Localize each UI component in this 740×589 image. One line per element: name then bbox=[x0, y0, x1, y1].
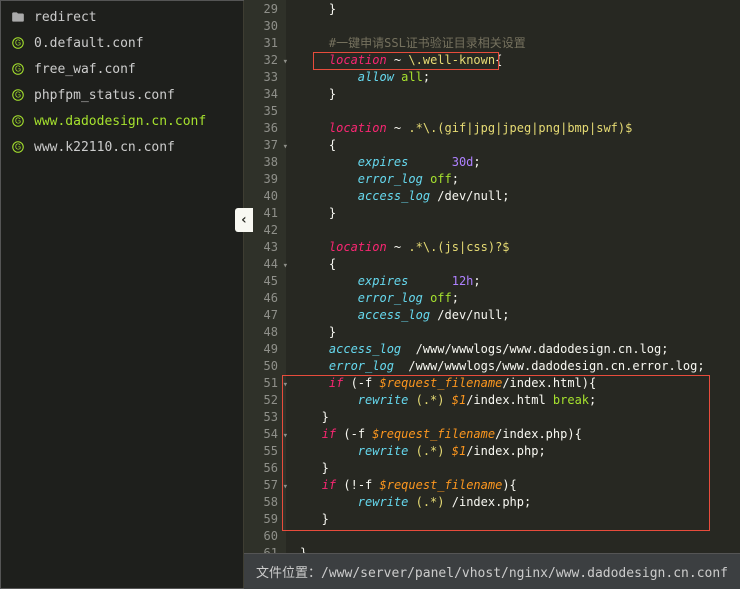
code-line[interactable]: } bbox=[300, 1, 740, 18]
line-number: 36 bbox=[244, 120, 278, 137]
sidebar-item-label: redirect bbox=[34, 10, 97, 25]
code-line[interactable]: } bbox=[300, 324, 740, 341]
config-file-icon: G bbox=[10, 87, 26, 103]
code-line[interactable]: { bbox=[300, 137, 740, 154]
line-number: 49 bbox=[244, 341, 278, 358]
line-number: 30 bbox=[244, 18, 278, 35]
sidebar-item-label: www.dadodesign.cn.conf bbox=[34, 114, 206, 129]
code-line[interactable]: expires 30d; bbox=[300, 154, 740, 171]
sidebar-file-item[interactable]: Gphpfpm_status.conf bbox=[0, 82, 243, 108]
sidebar-file-item[interactable]: Gwww.k22110.cn.conf bbox=[0, 134, 243, 160]
code-line[interactable]: { bbox=[300, 256, 740, 273]
svg-text:G: G bbox=[15, 65, 21, 74]
config-file-icon: G bbox=[10, 139, 26, 155]
code-line[interactable]: } bbox=[300, 409, 740, 426]
line-number: 38 bbox=[244, 154, 278, 171]
line-number: 35 bbox=[244, 103, 278, 120]
code-line[interactable] bbox=[300, 222, 740, 239]
svg-text:G: G bbox=[15, 143, 21, 152]
code-line[interactable]: rewrite (.*) /index.php; bbox=[300, 494, 740, 511]
sidebar-item-label: 0.default.conf bbox=[34, 36, 144, 51]
sidebar-item-label: free_waf.conf bbox=[34, 62, 136, 77]
sidebar-folder-item[interactable]: redirect bbox=[0, 4, 243, 30]
line-number: 51▾ bbox=[244, 375, 278, 392]
editor-area: 29303132▾3334353637▾38394041424344▾45464… bbox=[244, 0, 740, 589]
line-number: 31 bbox=[244, 35, 278, 52]
line-number: 55 bbox=[244, 443, 278, 460]
line-number: 45 bbox=[244, 273, 278, 290]
code-line[interactable] bbox=[300, 103, 740, 120]
code-line[interactable]: expires 12h; bbox=[300, 273, 740, 290]
code-line[interactable]: } bbox=[300, 460, 740, 477]
config-file-icon: G bbox=[10, 113, 26, 129]
line-number: 52 bbox=[244, 392, 278, 409]
sidebar-file-item[interactable]: G 0.default.conf bbox=[0, 30, 243, 56]
sidebar-file-item[interactable]: Gfree_waf.conf bbox=[0, 56, 243, 82]
code-line[interactable]: error_log off; bbox=[300, 290, 740, 307]
line-number: 32▾ bbox=[244, 52, 278, 69]
code-line[interactable]: allow all; bbox=[300, 69, 740, 86]
code-line[interactable]: } bbox=[300, 205, 740, 222]
line-number: 46 bbox=[244, 290, 278, 307]
line-number: 39 bbox=[244, 171, 278, 188]
config-file-icon: G bbox=[10, 35, 26, 51]
line-number: 29 bbox=[244, 1, 278, 18]
code-editor[interactable]: 29303132▾3334353637▾38394041424344▾45464… bbox=[244, 0, 740, 553]
code-line[interactable]: if (-f $request_filename/index.php){ bbox=[300, 426, 740, 443]
code-line[interactable]: error_log off; bbox=[300, 171, 740, 188]
code-line[interactable]: location ~ .*\.(gif|jpg|jpeg|png|bmp|swf… bbox=[300, 120, 740, 137]
line-number: 56 bbox=[244, 460, 278, 477]
svg-text:G: G bbox=[15, 117, 21, 126]
line-number: 47 bbox=[244, 307, 278, 324]
line-number: 60 bbox=[244, 528, 278, 545]
line-number: 57▾ bbox=[244, 477, 278, 494]
file-sidebar: redirectG0.default.confGfree_waf.confGph… bbox=[0, 0, 244, 589]
line-number: 58 bbox=[244, 494, 278, 511]
code-line[interactable]: if (-f $request_filename/index.html){ bbox=[300, 375, 740, 392]
code-line[interactable] bbox=[300, 18, 740, 35]
code-content[interactable]: } #一键申请SSL证书验证目录相关设置 location ~ \.well-k… bbox=[286, 0, 740, 553]
code-line[interactable]: access_log /dev/null; bbox=[300, 188, 740, 205]
sidebar-item-label: www.k22110.cn.conf bbox=[34, 140, 175, 155]
sidebar-collapse-handle[interactable]: ‹ bbox=[235, 208, 253, 232]
code-line[interactable]: error_log /www/wwwlogs/www.dadodesign.cn… bbox=[300, 358, 740, 375]
code-line[interactable]: access_log /www/wwwlogs/www.dadodesign.c… bbox=[300, 341, 740, 358]
line-number: 54▾ bbox=[244, 426, 278, 443]
code-line[interactable]: rewrite (.*) $1/index.php; bbox=[300, 443, 740, 460]
code-line[interactable] bbox=[300, 528, 740, 545]
sidebar-item-label: phpfpm_status.conf bbox=[34, 88, 175, 103]
code-line[interactable]: location ~ \.well-known{ bbox=[300, 52, 740, 69]
line-number: 48 bbox=[244, 324, 278, 341]
config-file-icon: G bbox=[10, 61, 26, 77]
line-number: 61 bbox=[244, 545, 278, 553]
folder-icon bbox=[10, 9, 26, 25]
code-line[interactable]: rewrite (.*) $1/index.html break; bbox=[300, 392, 740, 409]
line-number: 53 bbox=[244, 409, 278, 426]
line-number: 44▾ bbox=[244, 256, 278, 273]
line-number: 33 bbox=[244, 69, 278, 86]
line-number: 59 bbox=[244, 511, 278, 528]
code-line[interactable]: } bbox=[300, 511, 740, 528]
svg-text:G: G bbox=[15, 39, 21, 48]
line-number: 50 bbox=[244, 358, 278, 375]
code-line[interactable]: } bbox=[300, 86, 740, 103]
statusbar-path: /www/server/panel/vhost/nginx/www.dadode… bbox=[321, 566, 728, 581]
line-number: 37▾ bbox=[244, 137, 278, 154]
code-line[interactable]: } bbox=[300, 545, 740, 553]
status-bar: 文件位置：/www/server/panel/vhost/nginx/www.d… bbox=[244, 553, 740, 589]
code-line[interactable]: #一键申请SSL证书验证目录相关设置 bbox=[300, 35, 740, 52]
statusbar-label: 文件位置： bbox=[256, 566, 321, 581]
code-line[interactable]: location ~ .*\.(js|css)?$ bbox=[300, 239, 740, 256]
code-line[interactable]: if (!-f $request_filename){ bbox=[300, 477, 740, 494]
line-number: 34 bbox=[244, 86, 278, 103]
line-gutter: 29303132▾3334353637▾38394041424344▾45464… bbox=[244, 0, 286, 553]
svg-text:G: G bbox=[15, 91, 21, 100]
line-number: 40 bbox=[244, 188, 278, 205]
line-number: 43 bbox=[244, 239, 278, 256]
sidebar-file-item[interactable]: Gwww.dadodesign.cn.conf bbox=[0, 108, 243, 134]
code-line[interactable]: access_log /dev/null; bbox=[300, 307, 740, 324]
